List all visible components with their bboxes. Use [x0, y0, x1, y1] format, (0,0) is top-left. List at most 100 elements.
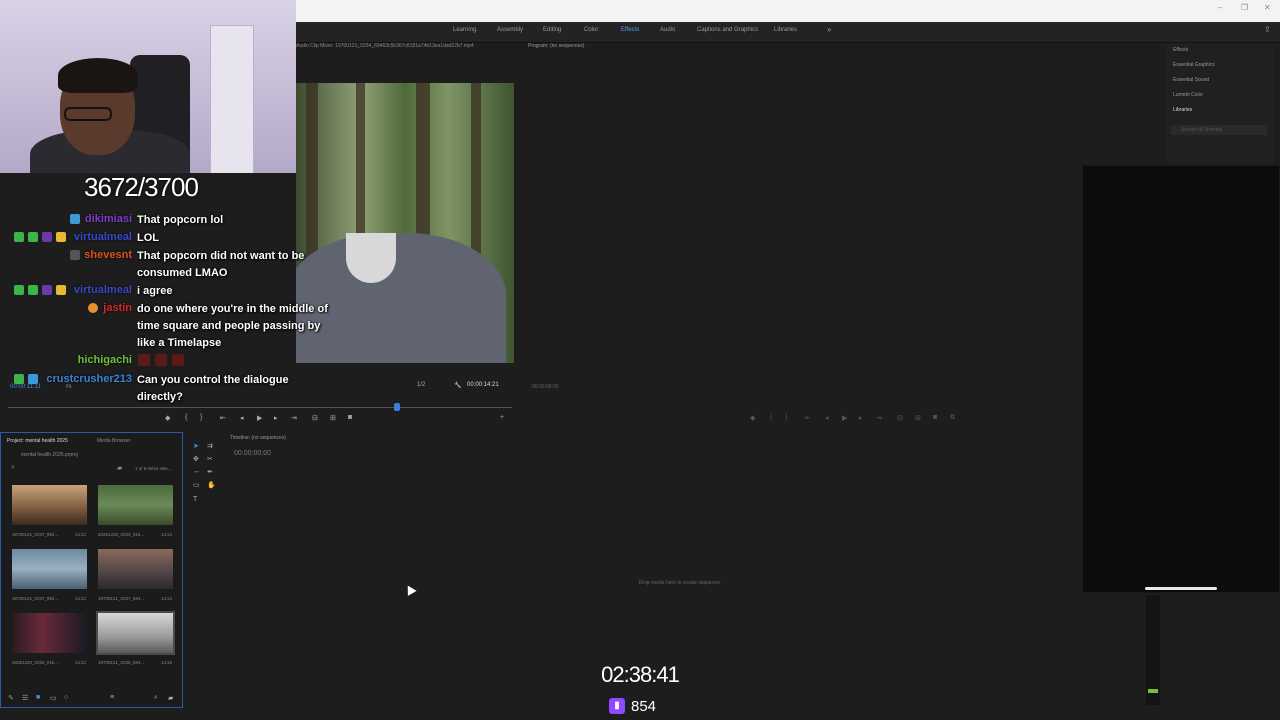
thumbnail[interactable] — [98, 549, 173, 589]
tab-captions-and-graphics[interactable]: Captions and Graphics — [697, 27, 758, 33]
step-forward-icon[interactable]: ▸ — [859, 414, 863, 422]
add-button-icon[interactable]: + — [500, 414, 504, 421]
meter-level — [1148, 689, 1158, 693]
selection-tool-icon[interactable]: ➤ — [193, 442, 199, 450]
timeline-drop-hint: Drop media here to create sequence. — [638, 580, 722, 586]
thumbnail-name: 19700121_0236_694... — [98, 660, 145, 665]
source-timecode[interactable]: 00:00:11:11 — [10, 384, 41, 390]
settings-icon[interactable]: 🔧 — [454, 382, 461, 389]
panel-essential-graphics[interactable]: Essential Graphics — [1173, 62, 1215, 68]
tab-project[interactable]: Project: mental health 2025 — [7, 438, 68, 444]
tab-libraries[interactable]: Libraries — [774, 27, 797, 33]
mark-out-icon[interactable]: } — [785, 414, 787, 421]
panel-libraries[interactable]: Libraries — [1173, 107, 1192, 113]
go-to-in-icon[interactable]: ⇤ — [805, 414, 811, 422]
project-file-name: mental health 2025.prproj — [21, 452, 78, 458]
tab-media-browser[interactable]: Media Browser — [97, 438, 130, 444]
track-select-icon[interactable]: ⇉ — [207, 442, 213, 450]
razor-icon[interactable]: ✂ — [207, 455, 213, 463]
icon-view-icon[interactable]: ■ — [36, 694, 40, 701]
panel-effects[interactable]: Effects — [1173, 47, 1188, 53]
lift-icon[interactable]: ⊟ — [897, 414, 903, 422]
badge-icon — [14, 232, 24, 242]
chat-text: That popcorn did not want to be consumed… — [137, 250, 305, 279]
program-timecode[interactable]: 00:00:00:00 — [532, 384, 558, 390]
mark-out-icon[interactable]: } — [200, 414, 202, 421]
tab-effects[interactable]: Effects — [621, 27, 639, 33]
tab-audio[interactable]: Audio — [660, 27, 675, 33]
rectangle-tool-icon[interactable]: ▭ — [193, 481, 200, 489]
add-marker-icon[interactable]: ◆ — [165, 414, 170, 422]
insert-icon[interactable]: ⊟ — [312, 414, 318, 422]
play-icon[interactable]: ▶ — [257, 414, 262, 422]
restore-icon[interactable]: ❐ — [1241, 3, 1248, 12]
type-tool-icon[interactable]: T — [193, 496, 197, 503]
go-to-in-icon[interactable]: ⇤ — [220, 414, 226, 422]
overwrite-icon[interactable]: ⊞ — [330, 414, 336, 422]
tab-assembly[interactable]: Assembly — [497, 27, 523, 33]
extract-icon[interactable]: ⊞ — [915, 414, 921, 422]
tab-color[interactable]: Color — [584, 27, 598, 33]
timeline-header[interactable]: Timeline: (no sequences) — [230, 435, 530, 447]
new-bin-icon[interactable]: ▰ — [168, 694, 173, 702]
thumbnail-name: 20251220_0244_01k... — [98, 532, 145, 537]
tab-learning[interactable]: Learning — [453, 27, 476, 33]
panel-essential-sound[interactable]: Essential Sound — [1173, 77, 1209, 83]
find-icon[interactable]: ⌕ — [154, 694, 158, 702]
thumbnail-selected[interactable] — [96, 611, 175, 655]
thumbnail-duration: 14:21 — [75, 660, 87, 665]
list-view-icon[interactable]: ☰ — [22, 694, 28, 702]
library-search-input[interactable]: Search all libraries — [1171, 125, 1267, 135]
search-icon[interactable]: ⌕ — [11, 464, 15, 472]
step-back-icon[interactable]: ◂ — [825, 414, 829, 422]
source-duration: 00:00:14:21 — [467, 382, 499, 388]
zoom-slider[interactable]: ○ — [64, 694, 68, 701]
pencil-icon[interactable]: ✎ — [8, 694, 14, 702]
step-back-icon[interactable]: ◂ — [240, 414, 244, 422]
add-marker-icon[interactable]: ◆ — [750, 414, 755, 422]
stream-uptime: 02:38:41 — [601, 662, 680, 687]
sort-icon[interactable]: ≡ — [110, 694, 114, 701]
more-workspaces-icon[interactable]: » — [827, 25, 831, 34]
thumbnail[interactable] — [98, 485, 173, 525]
mouse-cursor-icon — [403, 583, 417, 596]
timeline-timecode[interactable]: 00:00:00:00 — [234, 450, 271, 457]
close-icon[interactable]: ✕ — [1264, 3, 1271, 12]
emote-icon — [172, 354, 184, 366]
minimize-icon[interactable]: – — [1218, 3, 1222, 12]
tools-panel: ➤ ⇉ ✥ ✂ ↔ ✒ ▭ ✋ T — [190, 440, 220, 520]
thumbnail[interactable] — [12, 549, 87, 589]
mark-in-icon[interactable]: { — [770, 414, 772, 421]
webcam-overlay — [0, 0, 296, 173]
go-to-out-icon[interactable]: ⇥ — [291, 414, 297, 422]
thumbnail[interactable] — [12, 613, 87, 653]
share-icon[interactable]: ⇪ — [1264, 25, 1271, 34]
thumbnail[interactable] — [12, 485, 87, 525]
go-to-out-icon[interactable]: ⇥ — [876, 414, 882, 422]
program-monitor-header[interactable]: Program: (no sequences) — [528, 43, 828, 57]
floating-panel — [1082, 165, 1280, 593]
emote-icon — [155, 354, 167, 366]
comparison-view-icon[interactable]: ⧉ — [950, 414, 955, 422]
source-monitor-header[interactable]: Audio Clip Mixer: 19700121_0234_69463c5b… — [296, 43, 520, 57]
panel-drag-handle[interactable] — [1145, 587, 1217, 590]
zoom-select[interactable]: 1/2 — [417, 382, 425, 388]
playhead[interactable] — [394, 403, 400, 411]
chat-username: jastin — [103, 302, 132, 314]
step-forward-icon[interactable]: ▸ — [274, 414, 278, 422]
ripple-edit-icon[interactable]: ✥ — [193, 455, 199, 463]
export-frame-icon[interactable]: ◙ — [348, 414, 352, 421]
play-icon[interactable]: ▶ — [842, 414, 847, 422]
pen-tool-icon[interactable]: ✒ — [207, 468, 213, 476]
freeform-view-icon[interactable]: ▭ — [50, 694, 57, 702]
new-bin-icon[interactable]: ▰ — [117, 464, 122, 472]
slip-tool-icon[interactable]: ↔ — [193, 468, 200, 475]
twitch-icon: ▮ — [609, 698, 625, 714]
program-transport-controls: ◆ { } ⇤ ◂ ▶ ▸ ⇥ ⊟ ⊞ ◙ ⧉ — [745, 414, 975, 428]
export-frame-icon[interactable]: ◙ — [933, 414, 937, 421]
tab-editing[interactable]: Editing — [543, 27, 561, 33]
panel-lumetri-color[interactable]: Lumetri Color — [1173, 92, 1203, 98]
source-scrubber[interactable] — [8, 403, 512, 411]
hand-tool-icon[interactable]: ✋ — [207, 481, 216, 489]
mark-in-icon[interactable]: { — [185, 414, 187, 421]
